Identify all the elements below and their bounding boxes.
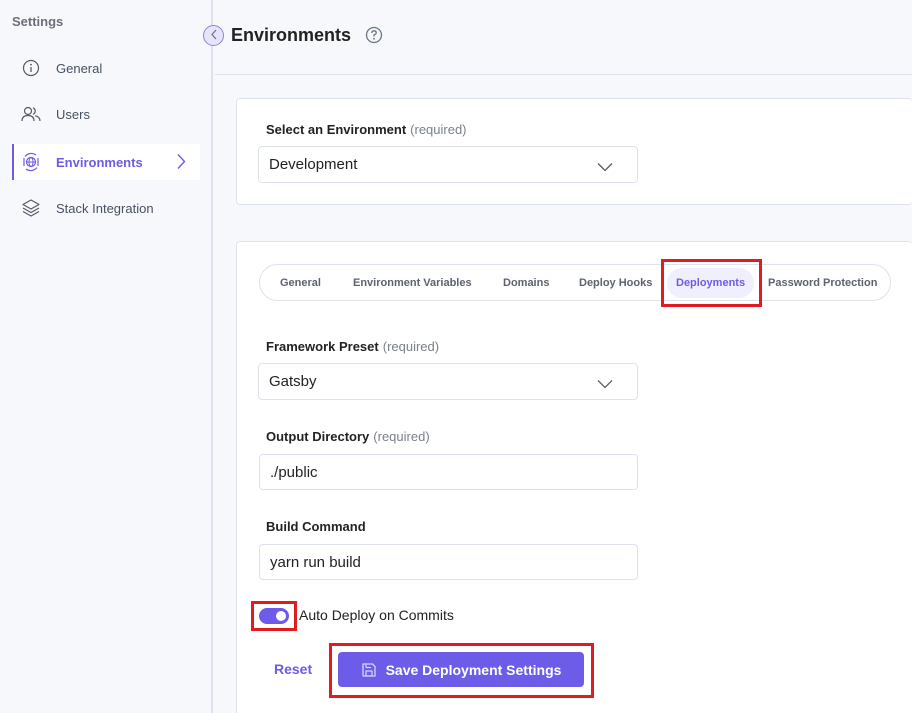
environment-select[interactable]: Development (258, 146, 638, 183)
layers-icon (21, 198, 41, 218)
floppy-disk-icon (361, 662, 377, 678)
sidebar-title: Settings (12, 14, 64, 29)
tab-environment-variables[interactable]: Environment Variables (353, 265, 472, 300)
output-directory-label: Output Directory (required) (266, 429, 430, 444)
environment-globe-icon (21, 152, 41, 172)
question-circle-icon[interactable] (365, 26, 383, 49)
sidebar-item-stack-integration[interactable]: Stack Integration (12, 190, 200, 226)
sidebar-item-environments[interactable]: Environments (12, 144, 200, 180)
tab-domains[interactable]: Domains (503, 265, 549, 300)
environment-select-value: Development (269, 156, 358, 173)
header-divider (215, 74, 912, 75)
sidebar-item-label: Users (56, 106, 90, 122)
framework-preset-select[interactable]: Gatsby (258, 363, 638, 400)
tab-password-protection[interactable]: Password Protection (768, 265, 877, 300)
tab-deployments[interactable]: Deployments (667, 268, 755, 298)
label-text: Build Command (266, 519, 366, 534)
save-button-label: Save Deployment Settings (385, 661, 562, 678)
sidebar-item-label: Stack Integration (56, 200, 154, 216)
info-icon (21, 58, 41, 78)
output-directory-value: ./public (270, 463, 318, 481)
chevron-left-icon (210, 27, 218, 45)
chevron-down-icon (597, 159, 613, 176)
required-note: (required) (382, 339, 440, 354)
chevron-down-icon (597, 376, 613, 393)
label-text: Select an Environment (266, 122, 407, 137)
auto-deploy-label: Auto Deploy on Commits (299, 607, 454, 623)
sidebar-item-general[interactable]: General (12, 50, 200, 86)
save-deployment-settings-button[interactable]: Save Deployment Settings (338, 652, 584, 687)
toggle-knob (276, 611, 286, 621)
users-icon (21, 104, 41, 124)
auto-deploy-toggle[interactable] (259, 608, 289, 624)
build-command-input[interactable]: yarn run build (259, 544, 638, 580)
build-command-value: yarn run build (270, 553, 361, 571)
reset-button[interactable]: Reset (274, 661, 312, 677)
framework-preset-label: Framework Preset (required) (266, 339, 439, 354)
framework-preset-value: Gatsby (269, 373, 317, 390)
label-text: Output Directory (266, 429, 370, 444)
output-directory-input[interactable]: ./public (259, 454, 638, 490)
environment-select-label: Select an Environment (required) (266, 122, 467, 137)
collapse-sidebar-button[interactable] (203, 25, 224, 46)
sidebar-item-label: General (56, 60, 103, 76)
required-note: (required) (410, 122, 467, 137)
label-text: Framework Preset (266, 339, 379, 354)
sidebar-item-users[interactable]: Users (12, 96, 200, 132)
page-title: Environments (231, 25, 352, 45)
build-command-label: Build Command (266, 519, 366, 534)
chevron-right-icon (176, 153, 186, 175)
settings-sidebar: Settings General Users Environments Stac… (0, 0, 213, 713)
required-note: (required) (373, 429, 430, 444)
tab-deploy-hooks[interactable]: Deploy Hooks (579, 265, 652, 300)
tab-general[interactable]: General (280, 265, 321, 300)
sidebar-item-label: Environments (56, 154, 143, 170)
settings-tabs: General Environment Variables Domains De… (259, 264, 891, 301)
